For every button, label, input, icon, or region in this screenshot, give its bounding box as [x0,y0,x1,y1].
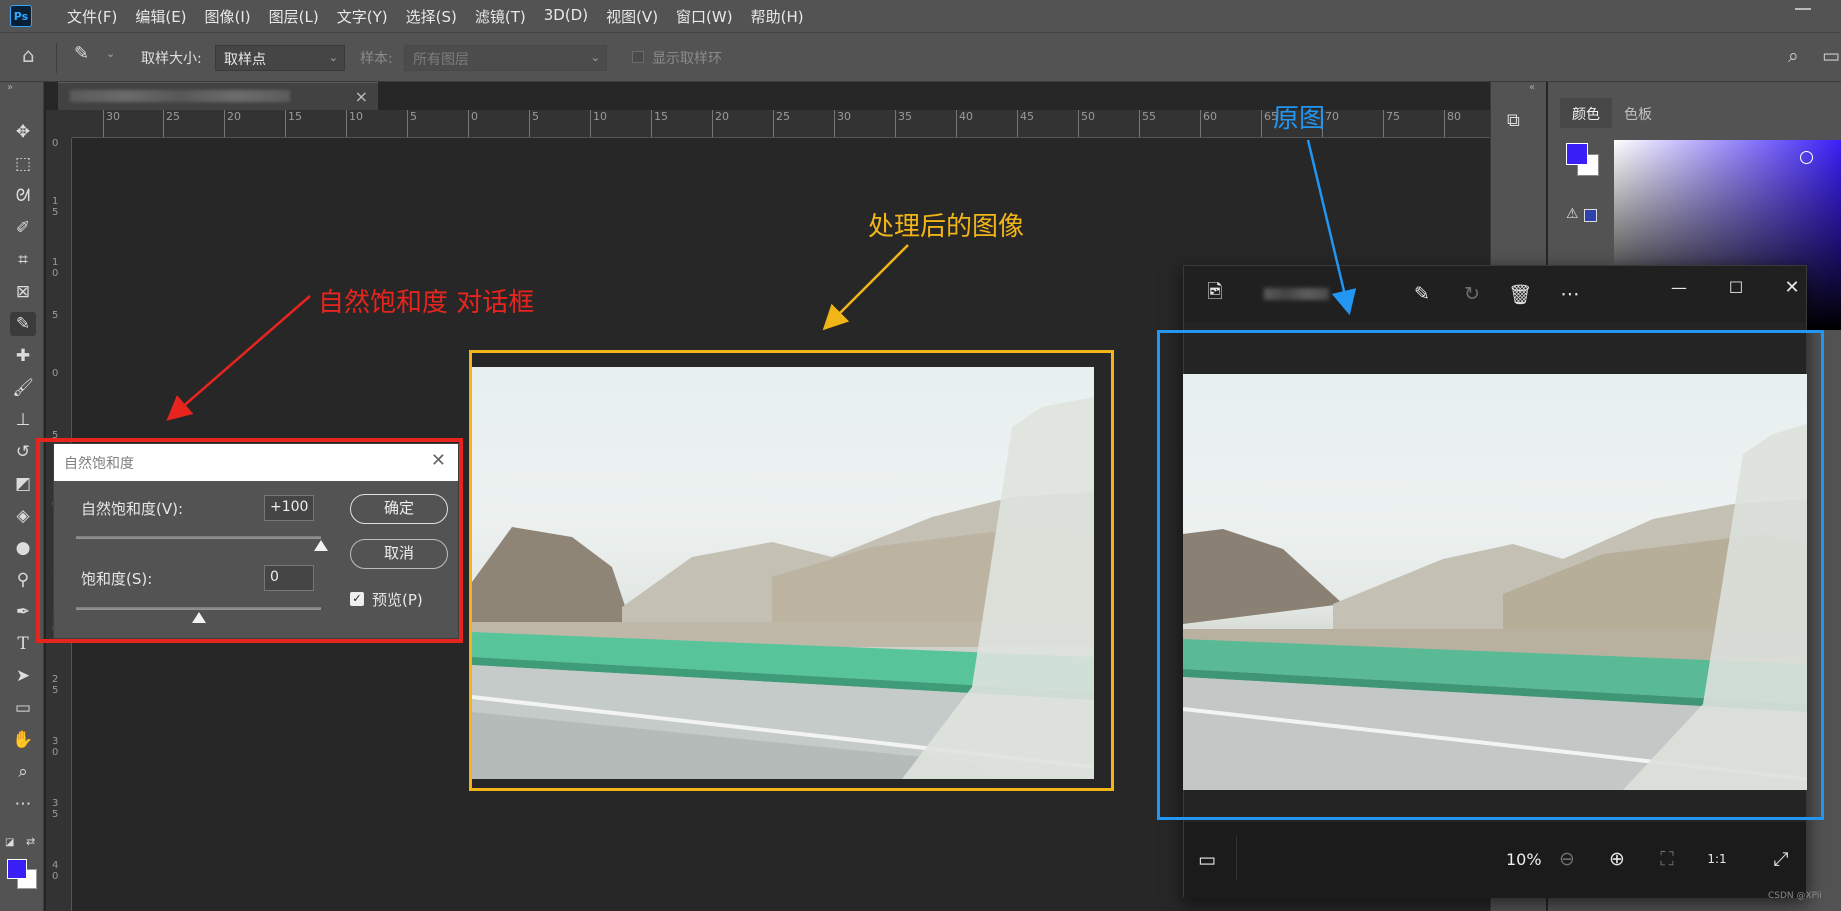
original-highlight-box [1157,330,1824,820]
foreground-color-swatch[interactable] [7,859,27,879]
dialog-highlight-box [36,438,463,643]
original-arrow [1306,139,1357,316]
processed-highlight-box [469,350,1114,791]
processed-annotation-label: 处理后的图像 [868,212,1025,242]
processed-arrow [822,244,909,331]
watermark: CSDN @XPii [1768,891,1822,901]
original-annotation-label: 原图 [1273,104,1326,134]
dialog-annotation-label: 自然饱和度 对话框 [318,288,535,318]
dialog-arrow [166,295,311,421]
